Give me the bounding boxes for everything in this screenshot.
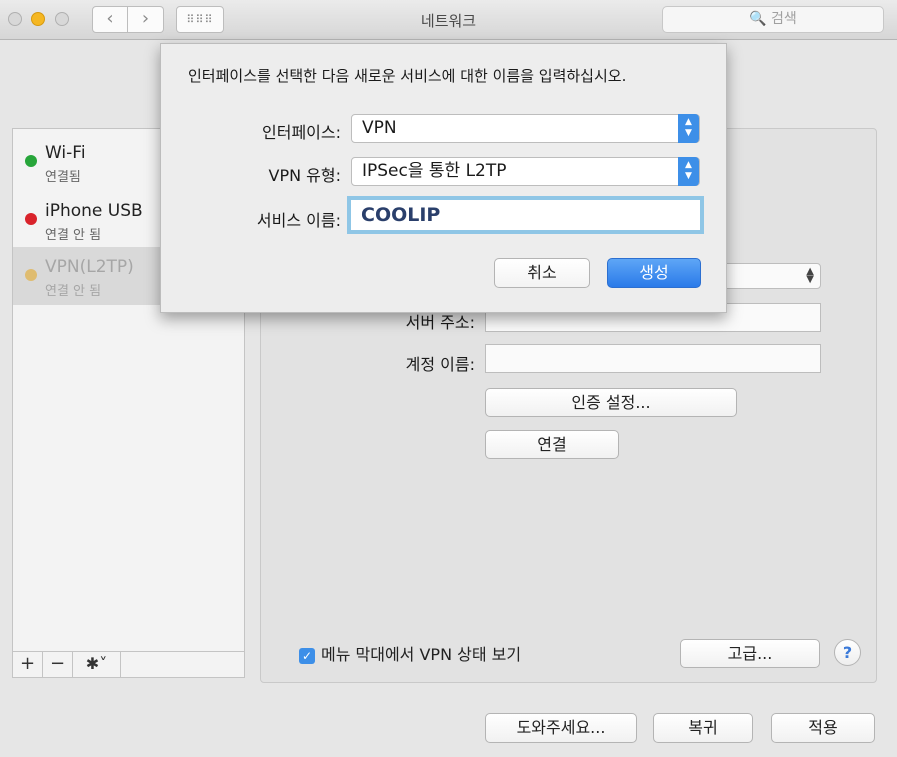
service-name: VPN(L2TP) [45,257,134,277]
chevron-updown-icon: ▲ ▼ [678,157,699,186]
new-service-sheet: 인터페이스를 선택한 다음 새로운 서비스에 대한 이름을 입력하십시오. 인터… [160,43,727,313]
advanced-button[interactable]: 고급... [680,639,820,668]
apply-button[interactable]: 적용 [771,713,875,743]
revert-button[interactable]: 복귀 [653,713,753,743]
status-dot-icon [25,269,37,281]
remove-service-button[interactable]: − [43,652,73,677]
interface-label: 인터페이스: [262,123,341,142]
add-service-button[interactable]: + [13,652,43,677]
service-name: Wi-Fi [45,143,86,163]
account-name-label: 계정 이름: [405,355,475,374]
cancel-button[interactable]: 취소 [494,258,590,288]
assist-me-button[interactable]: 도와주세요... [485,713,637,743]
service-status: 연결 안 됨 [45,284,102,299]
service-name: iPhone USB [45,201,143,221]
service-status: 연결됨 [45,170,81,185]
service-name-input[interactable]: COOLIP [347,196,704,234]
checkbox-checked-icon[interactable]: ✓ [299,647,315,664]
vpn-type-select[interactable]: IPSec을 통한 L2TP ▲ ▼ [351,157,700,186]
gear-icon[interactable]: ✱˅ [73,652,121,677]
interface-value: VPN [362,118,397,138]
service-name-label: 서비스 이름: [256,211,341,230]
chevron-updown-icon: ▲ ▼ [678,114,699,143]
sheet-prompt: 인터페이스를 선택한 다음 새로운 서비스에 대한 이름을 입력하십시오. [188,67,627,85]
vpn-type-label: VPN 유형: [268,166,341,185]
account-name-field[interactable] [485,344,821,373]
auth-settings-button[interactable]: 인증 설정... [485,388,737,417]
status-dot-icon [25,213,37,225]
service-toolbar: + − ✱˅ [13,651,244,677]
connect-button[interactable]: 연결 [485,430,619,459]
show-vpn-status-label: 메뉴 막대에서 VPN 상태 보기 [321,645,522,664]
vpn-type-value: IPSec을 통한 L2TP [362,161,507,181]
service-status: 연결 안 됨 [45,228,102,243]
interface-select[interactable]: VPN ▲ ▼ [351,114,700,143]
search-input[interactable]: 🔍 검색 [662,6,884,33]
create-button[interactable]: 생성 [607,258,701,288]
title-bar: ‹ › ⠿⠿⠿ 네트워크 🔍 검색 [0,0,897,40]
show-vpn-status-row[interactable]: ✓ 메뉴 막대에서 VPN 상태 보기 [299,641,521,665]
help-button[interactable]: ? [834,639,861,666]
status-dot-icon [25,155,37,167]
chevron-updown-icon: ▲ ▼ [806,266,814,285]
